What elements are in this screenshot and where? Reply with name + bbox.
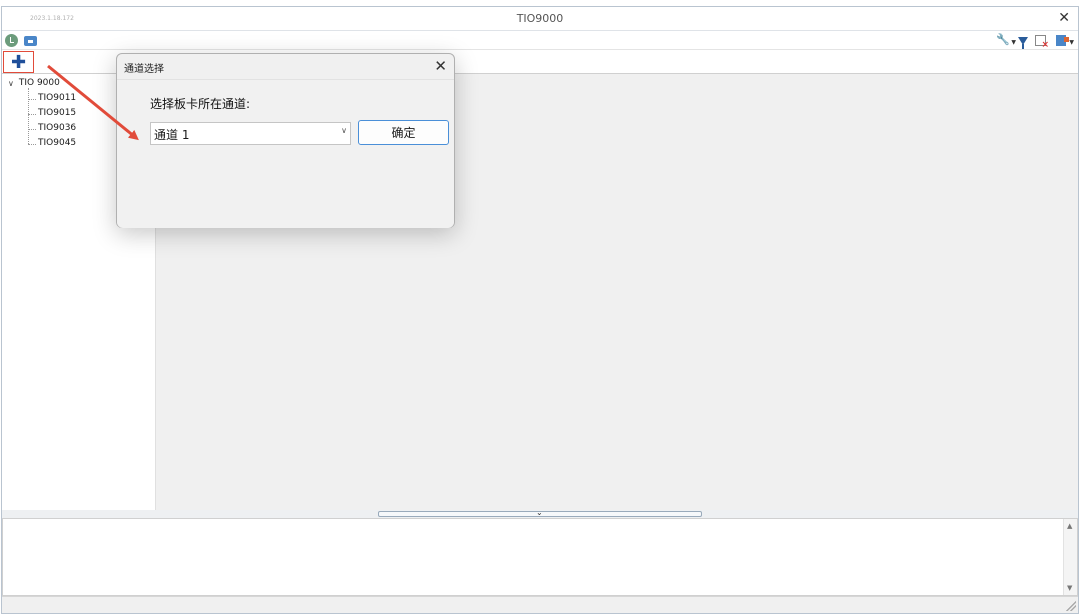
toolbar: 🔧 ▼ ▼ [2,31,1078,50]
wrench-dropdown-caret-icon[interactable]: ▼ [1011,39,1016,46]
tree-item[interactable]: TIO9011 [38,93,76,103]
log-scrollbar[interactable]: ▲ ▼ [1063,519,1077,595]
clock-icon[interactable] [5,34,18,47]
filter-icon[interactable] [1018,37,1028,49]
monitor-icon[interactable] [24,36,37,46]
add-board-button[interactable]: ✚ [3,51,34,73]
status-bar [2,596,1078,613]
tree-root-label: TIO 9000 [18,78,60,88]
channel-select-value: 通道 1 [154,128,190,142]
ok-button[interactable]: 确定 [358,120,449,145]
tree-connector [28,114,36,115]
tree-item[interactable]: TIO9015 [38,108,76,118]
tree-connector [28,144,36,145]
calendar-clear-icon[interactable] [1035,35,1049,50]
tree-connector [28,99,36,100]
export-dropdown-caret-icon[interactable]: ▼ [1069,39,1074,46]
scroll-up-icon[interactable]: ▲ [1067,522,1072,530]
tree-item[interactable]: TIO9036 [38,123,76,133]
export-icon[interactable] [1056,35,1069,46]
collapse-arrow-icon[interactable]: ⌄ [536,508,543,517]
window-close-button[interactable]: ✕ [1058,10,1070,26]
tree-root-tio9000[interactable]: ∨ TIO 9000 [8,78,60,88]
chevron-down-icon[interactable]: ∨ [8,79,14,88]
dialog-close-button[interactable]: ✕ [434,57,447,75]
dialog-title: 通道选择 [124,64,164,75]
resize-grip-icon[interactable] [1066,601,1076,611]
chevron-down-icon: ∨ [341,126,347,135]
tree-connector [28,88,29,144]
tree-connector [28,129,36,130]
channel-prompt-label: 选择板卡所在通道: [150,97,251,111]
log-pane[interactable]: ▲ ▼ [2,518,1078,596]
channel-select[interactable]: 通道 1 ∨ [150,122,351,145]
title-bar: 2023.1.18.172 TIO9000 ✕ [2,7,1078,31]
splitter-handle[interactable]: ⌄ [378,508,702,517]
window-title: TIO9000 [516,12,564,25]
scroll-down-icon[interactable]: ▼ [1067,584,1072,592]
splitter-bar: ⌄ [2,508,1078,518]
channel-select-dialog: 通道选择 ✕ 选择板卡所在通道: 通道 1 ∨ 确定 [116,53,455,228]
plus-icon: ✚ [10,51,27,73]
wrench-icon[interactable]: 🔧 [996,33,1010,46]
tree-item[interactable]: TIO9045 [38,138,76,148]
